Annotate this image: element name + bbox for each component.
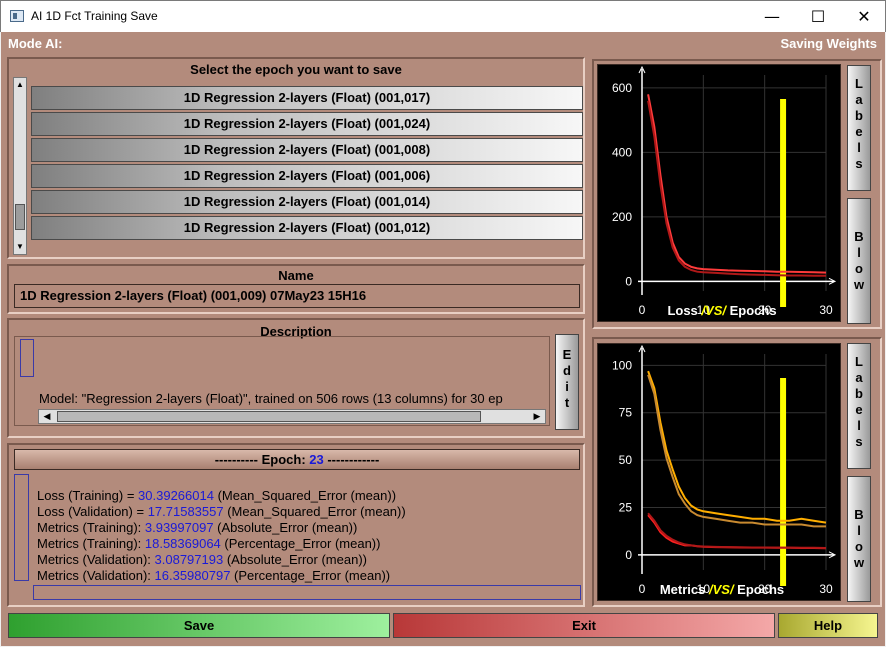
labels-letters: Labels	[855, 354, 863, 449]
metrics-footer-box	[33, 585, 581, 600]
edit-button[interactable]: E d i t	[555, 334, 579, 430]
metrics-chart: 0 10 20 30 0 25 50 75 100 Metrics /VS/ Epochs	[597, 343, 841, 601]
metric-row: Loss (Training) = 30.39266014 (Mean_Squa…	[37, 488, 397, 503]
maximize-button[interactable]: ☐	[795, 1, 841, 32]
y-tick-label: 400	[612, 145, 632, 159]
description-text[interactable]: Model: "Regression 2-layers (Float)", tr…	[39, 391, 549, 406]
blow-letters: Blow	[853, 229, 865, 292]
y-tick-label: 25	[619, 500, 633, 514]
name-field[interactable]: 1D Regression 2-layers (Float) (001,009)…	[14, 284, 580, 308]
epoch-list-item[interactable]: 1D Regression 2-layers (Float) (001,008)	[31, 138, 583, 162]
series-line	[647, 370, 827, 524]
name-title: Name	[278, 268, 314, 283]
x-tick-label: 30	[819, 582, 833, 596]
epoch-list-title: Select the epoch you want to save	[190, 62, 402, 77]
chart-title-part: Epochs	[734, 582, 785, 597]
metric-row: Metrics (Training): 18.58369064 (Percent…	[37, 536, 381, 551]
epoch-info-panel: ---------- Epoch: 23 ------------ Loss (…	[7, 443, 585, 607]
loss-chart: 0 10 20 30 0 200 400 600 Loss /VS/ Epochs	[597, 64, 841, 322]
metric-row: Metrics (Training): 3.93997097 (Absolute…	[37, 520, 358, 535]
x-tick-label: 0	[639, 303, 646, 317]
help-button[interactable]: Help	[778, 613, 878, 638]
labels-button-top[interactable]: Labels	[847, 65, 871, 191]
blow-letters: Blow	[853, 507, 865, 570]
chart-title-part: Metrics	[660, 582, 709, 597]
metrics-chart-svg: 0 10 20 300255075100Metrics /VS/ Epochs	[612, 344, 837, 597]
series-line	[647, 94, 827, 274]
scroll-left-icon[interactable]: ◀	[39, 410, 55, 423]
exit-button[interactable]: Exit	[393, 613, 775, 638]
chart-title: Loss /VS/ Epochs	[667, 303, 776, 318]
scroll-thumb[interactable]	[15, 204, 25, 230]
save-button[interactable]: Save	[8, 613, 390, 638]
epoch-number: 23	[309, 452, 324, 467]
y-tick-label: 200	[612, 210, 632, 224]
metrics-marker	[14, 474, 29, 581]
app-icon	[10, 10, 24, 22]
y-tick-label: 100	[612, 358, 632, 372]
epoch-header: ---------- Epoch: 23 ------------	[14, 449, 580, 470]
description-marker	[20, 339, 34, 377]
series-line	[647, 374, 826, 528]
metric-row: Metrics (Validation): 16.35980797 (Perce…	[37, 568, 391, 583]
window-title: AI 1D Fct Training Save	[31, 9, 158, 23]
x-tick-label: 0	[639, 582, 646, 596]
loss-chart-svg: 0 10 20 300200400600Loss /VS/ Epochs	[612, 65, 837, 318]
epoch-list-item[interactable]: 1D Regression 2-layers (Float) (001,014)	[31, 190, 583, 214]
description-scrollbar[interactable]: ◀ ▶	[38, 409, 546, 424]
chart-title-part: Loss	[667, 303, 701, 318]
y-tick-label: 0	[625, 548, 632, 562]
chart-title-part: /VS/	[700, 303, 727, 318]
name-panel: Name 1D Regression 2-layers (Float) (001…	[7, 264, 585, 314]
labels-button-bottom[interactable]: Labels	[847, 343, 871, 469]
mode-label: Mode AI:	[8, 36, 63, 51]
saving-weights-label: Saving Weights	[780, 36, 877, 51]
scroll-right-icon[interactable]: ▶	[529, 410, 545, 423]
epoch-list-item[interactable]: 1D Regression 2-layers (Float) (001,006)	[31, 164, 583, 188]
edit-letters: E d i t	[562, 347, 572, 410]
main-window: Mode AI: Saving Weights Select the epoch…	[1, 32, 885, 646]
y-tick-label: 600	[612, 81, 632, 95]
scroll-down-icon[interactable]: ▼	[14, 240, 26, 254]
close-button[interactable]: ✕	[841, 1, 886, 32]
epoch-list-item[interactable]: 1D Regression 2-layers (Float) (001,012)	[31, 216, 583, 240]
epoch-list-scrollbar[interactable]: ▲ ▼	[13, 77, 27, 255]
x-tick-label: 30	[819, 303, 833, 317]
minimize-button[interactable]: —	[749, 1, 795, 32]
metric-row: Metrics (Validation): 3.08797193 (Absolu…	[37, 552, 367, 567]
blow-button-bottom[interactable]: Blow	[847, 476, 871, 602]
chart-title: Metrics /VS/ Epochs	[660, 582, 784, 597]
epoch-list-panel: Select the epoch you want to save ▲ ▼ 1D…	[7, 57, 585, 259]
y-tick-label: 75	[619, 406, 633, 420]
metrics-list: Loss (Training) = 30.39266014 (Mean_Squa…	[37, 488, 406, 584]
chart-title-part: /VS/	[708, 582, 735, 597]
metric-row: Loss (Validation) = 17.71583557 (Mean_Sq…	[37, 504, 406, 519]
scroll-thumb[interactable]	[57, 411, 481, 422]
scroll-up-icon[interactable]: ▲	[14, 78, 26, 92]
labels-letters: Labels	[855, 76, 863, 171]
chart-title-part: Epochs	[726, 303, 777, 318]
epoch-list-item[interactable]: 1D Regression 2-layers (Float) (001,024)	[31, 112, 583, 136]
y-tick-label: 50	[619, 453, 633, 467]
description-panel: Description Model: "Regression 2-layers …	[7, 318, 585, 438]
epoch-list-item[interactable]: 1D Regression 2-layers (Float) (001,017)	[31, 86, 583, 110]
title-bar: AI 1D Fct Training Save — ☐ ✕	[0, 0, 886, 32]
blow-button-top[interactable]: Blow	[847, 198, 871, 324]
y-tick-label: 0	[625, 274, 632, 288]
